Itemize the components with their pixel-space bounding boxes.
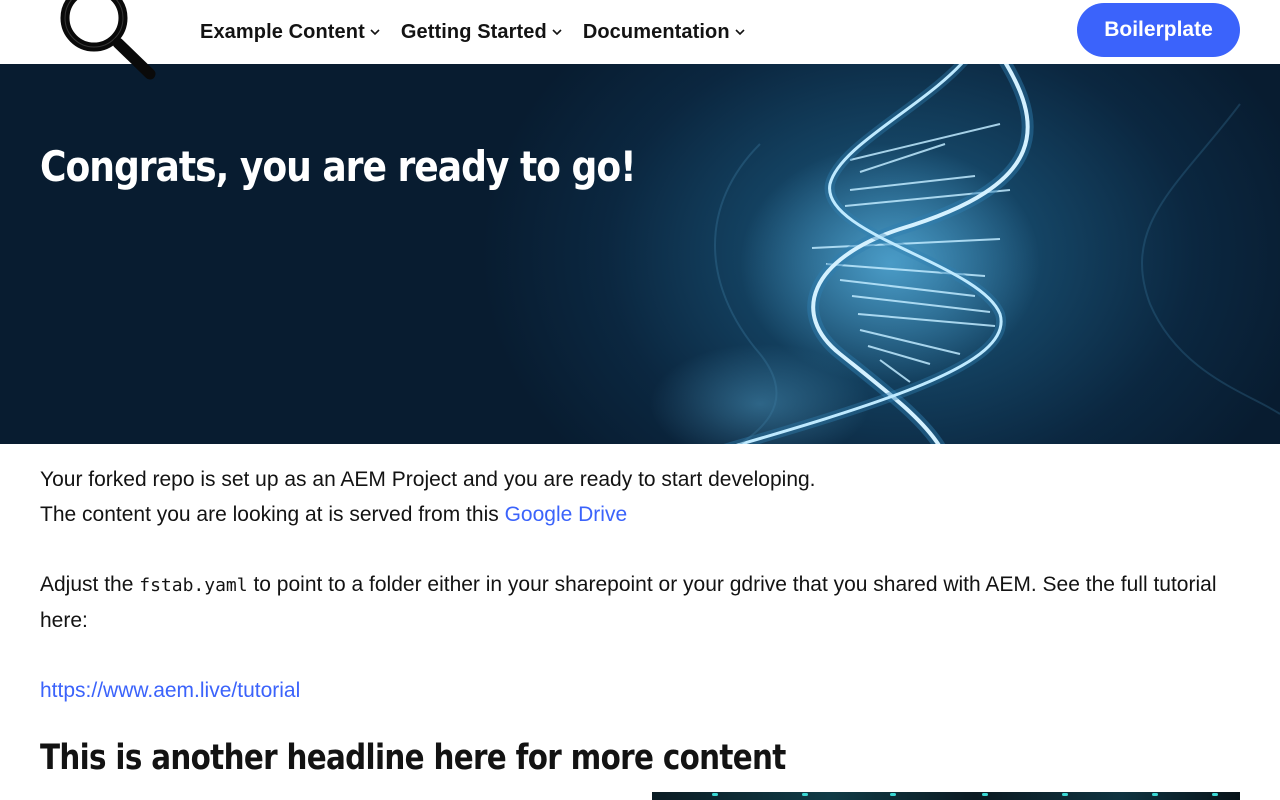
nav-label: Documentation	[582, 20, 730, 43]
content-image	[652, 792, 1240, 800]
hero-banner: Congrats, you are ready to go!	[0, 64, 1280, 444]
dna-helix-image	[650, 64, 1280, 444]
main-nav: Example Content Getting Started Document…	[200, 0, 766, 64]
secondary-headline: This is another headline here for more c…	[40, 738, 786, 778]
nav-item-example-content[interactable]: Example Content	[200, 21, 381, 44]
chevron-down-icon	[369, 26, 381, 38]
main-content: Your forked repo is set up as an AEM Pro…	[40, 462, 1240, 708]
intro-line-2-text: The content you are looking at is served…	[40, 503, 505, 526]
logo-magnifier-icon[interactable]	[50, 0, 160, 86]
chevron-down-icon	[551, 26, 563, 38]
nav-item-getting-started[interactable]: Getting Started	[401, 21, 563, 44]
fstab-prefix: Adjust the	[40, 573, 140, 596]
tutorial-link[interactable]: https://www.aem.live/tutorial	[40, 679, 300, 702]
hero-title: Congrats, you are ready to go!	[40, 142, 637, 191]
chevron-down-icon	[734, 26, 746, 38]
nav-label: Example Content	[200, 20, 365, 43]
nav-label: Getting Started	[400, 20, 547, 43]
magnifier-icon	[60, 0, 156, 80]
fstab-code: fstab.yaml	[139, 575, 248, 596]
fstab-paragraph: Adjust the fstab.yaml to point to a fold…	[40, 567, 1240, 638]
google-drive-link[interactable]: Google Drive	[505, 503, 628, 526]
tutorial-paragraph: https://www.aem.live/tutorial	[40, 673, 1240, 708]
intro-line-2: The content you are looking at is served…	[40, 497, 1240, 532]
boilerplate-button[interactable]: Boilerplate	[1077, 3, 1240, 57]
intro-line-1: Your forked repo is set up as an AEM Pro…	[40, 468, 816, 491]
site-header: Example Content Getting Started Document…	[0, 0, 1280, 80]
nav-item-documentation[interactable]: Documentation	[583, 21, 746, 44]
